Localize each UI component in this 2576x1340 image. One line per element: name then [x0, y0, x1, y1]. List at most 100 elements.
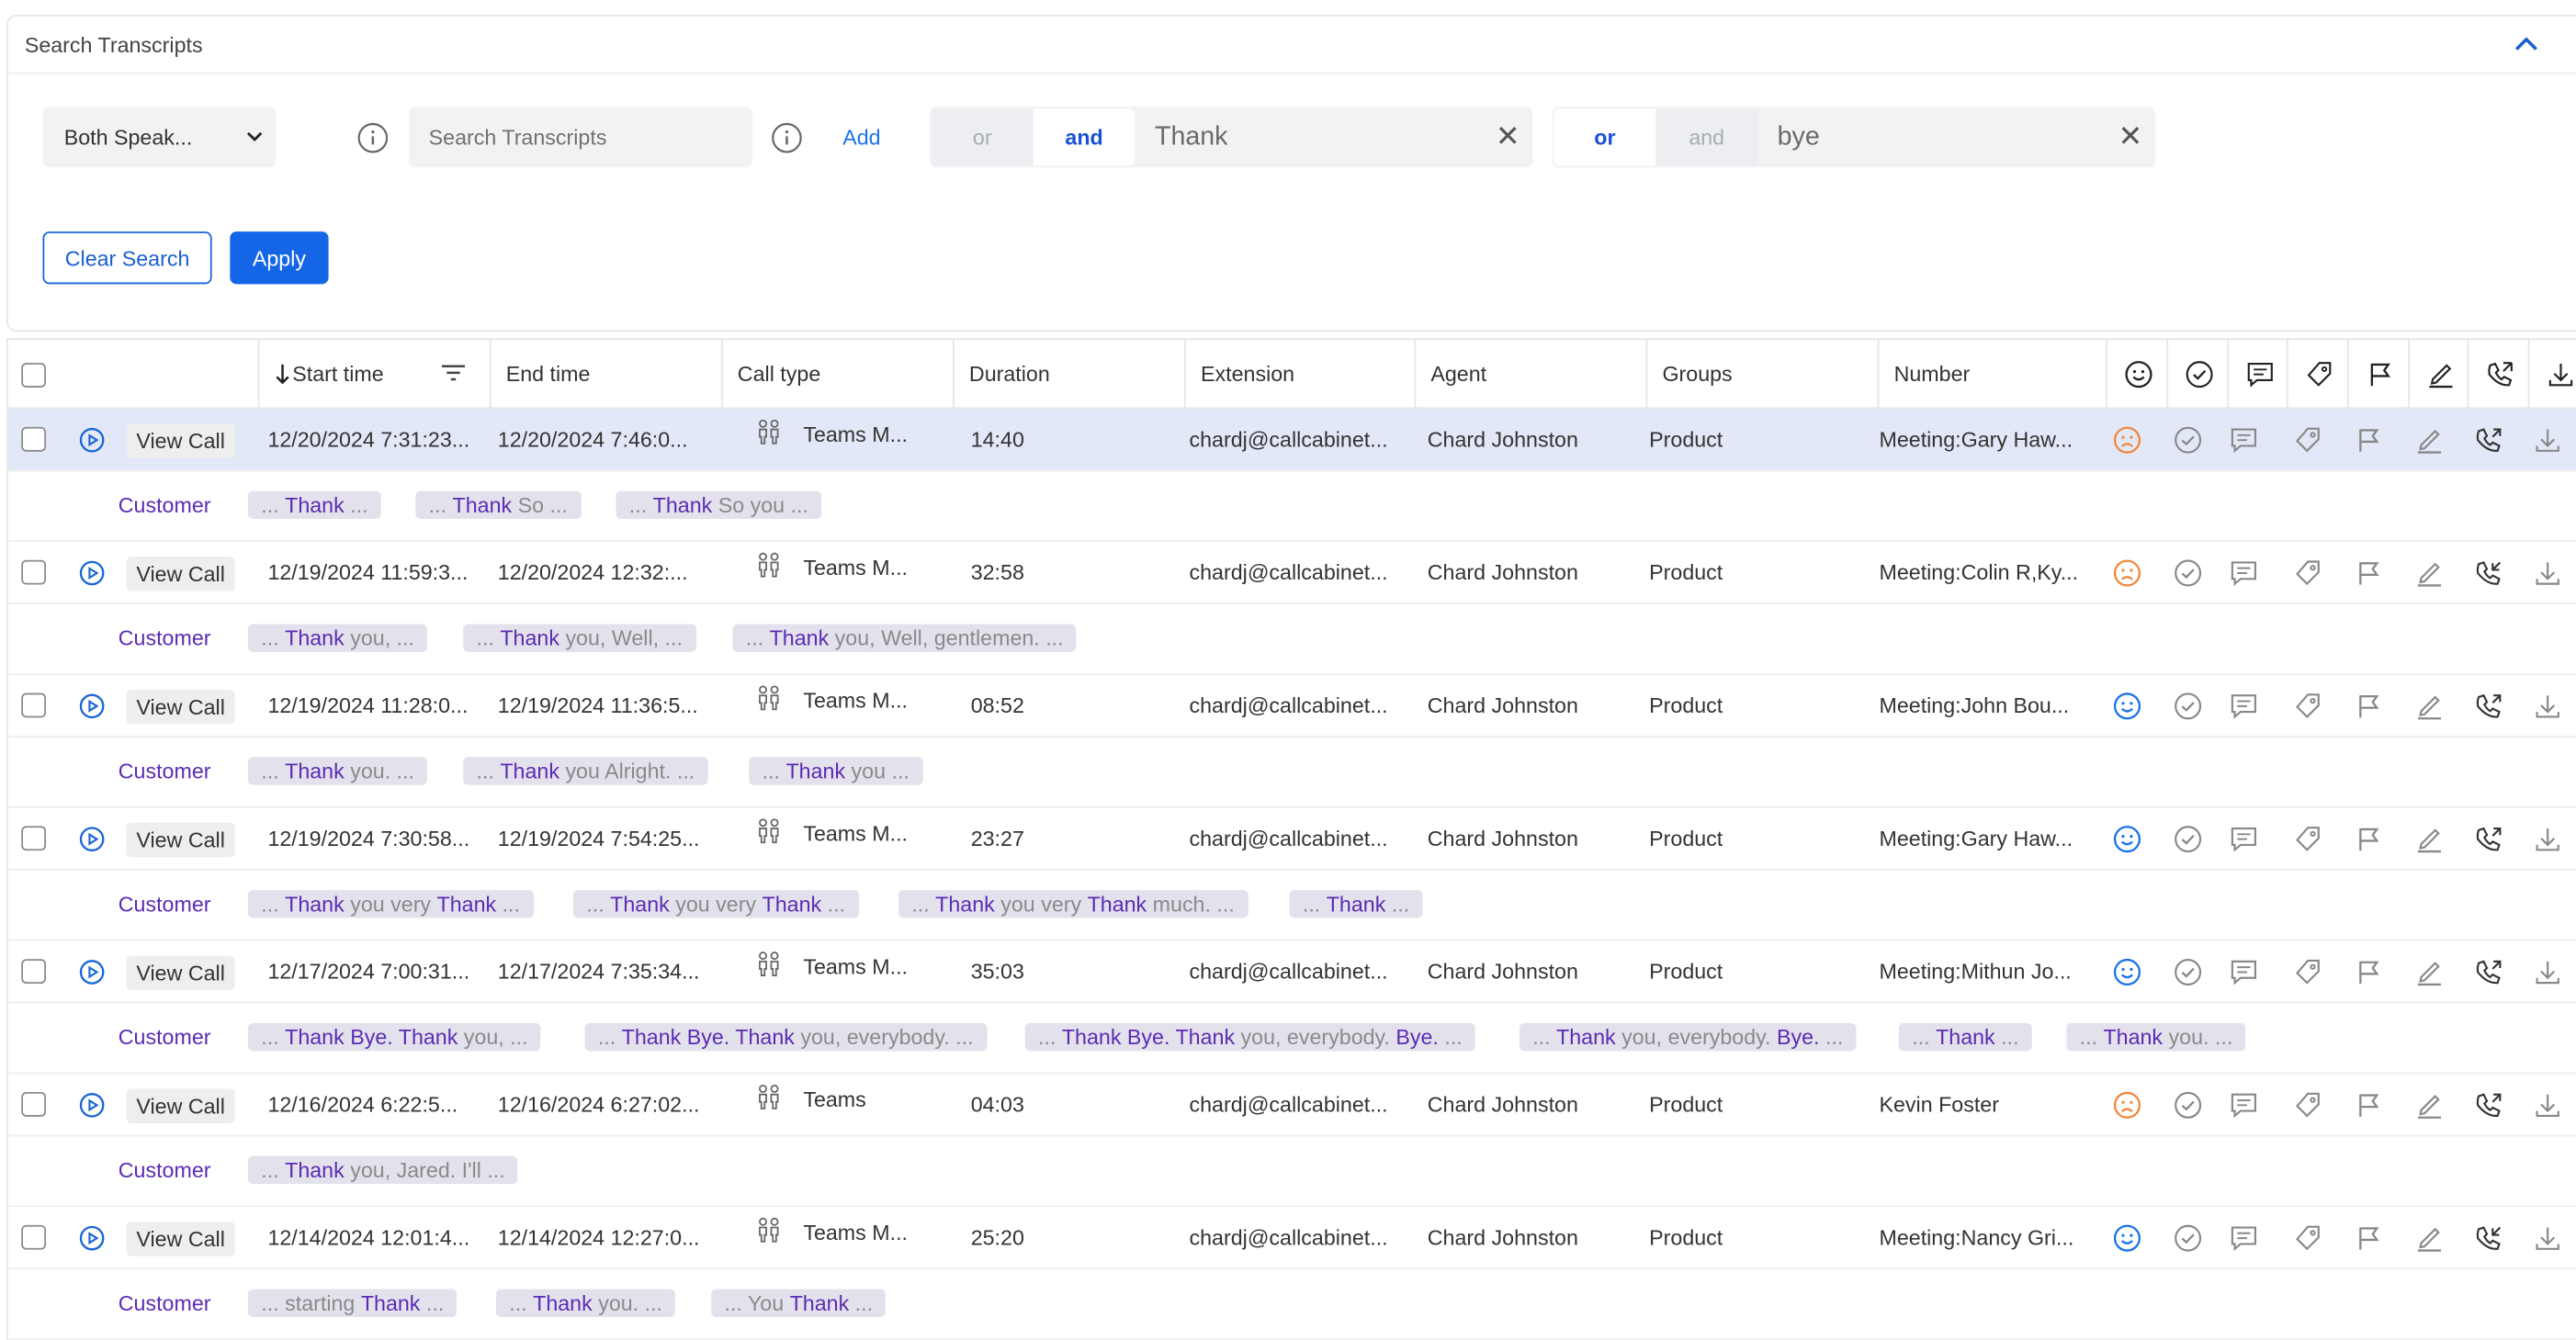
column-duration[interactable]: Duration — [953, 340, 1184, 408]
check-circle-icon[interactable] — [2174, 825, 2203, 854]
transcript-snippet-chip[interactable]: ... Thank you, ... — [247, 624, 428, 652]
smiley-icon[interactable] — [2112, 957, 2141, 986]
check-circle-icon[interactable] — [2174, 692, 2203, 721]
smiley-icon[interactable] — [2112, 692, 2141, 721]
view-call-button[interactable]: View Call — [126, 1088, 235, 1123]
play-icon[interactable] — [79, 427, 106, 454]
row-checkbox[interactable] — [21, 826, 47, 851]
apply-button[interactable]: Apply — [230, 231, 329, 285]
column-phone-icon[interactable] — [2467, 340, 2530, 408]
sad-icon[interactable] — [2112, 1090, 2141, 1120]
tag-icon[interactable] — [2293, 825, 2322, 854]
transcript-snippet-chip[interactable]: ... Thank you very Thank ... — [573, 890, 859, 918]
view-call-button[interactable]: View Call — [126, 423, 235, 458]
column-smiley-icon[interactable] — [2106, 340, 2168, 408]
transcript-snippet-chip[interactable]: ... Thank you, Well, ... — [463, 624, 696, 652]
remove-term-icon[interactable]: ✕ — [2106, 120, 2155, 155]
filter-icon[interactable] — [440, 363, 467, 382]
transcript-snippet-chip[interactable]: ... Thank So you ... — [616, 490, 822, 520]
comment-icon[interactable] — [2229, 1090, 2258, 1120]
comment-icon[interactable] — [2229, 692, 2258, 721]
flag-icon[interactable] — [2354, 425, 2383, 455]
search-transcripts-input[interactable] — [409, 107, 752, 168]
play-icon[interactable] — [79, 1092, 106, 1119]
transcript-snippet-chip[interactable]: ... You Thank ... — [711, 1289, 887, 1317]
view-call-button[interactable]: View Call — [126, 822, 235, 858]
sign-icon[interactable] — [2414, 957, 2444, 986]
tag-icon[interactable] — [2293, 1223, 2322, 1253]
row-checkbox[interactable] — [21, 693, 47, 718]
sign-icon[interactable] — [2414, 825, 2444, 854]
phone-outgoing-icon[interactable] — [2474, 1090, 2503, 1120]
download-icon[interactable] — [2533, 558, 2562, 588]
download-icon[interactable] — [2533, 692, 2562, 721]
row-checkbox[interactable] — [21, 1224, 47, 1250]
check-circle-icon[interactable] — [2174, 1090, 2203, 1120]
table-row[interactable]: View Call 12/20/2024 7:31:23... 12/20/2024… — [7, 409, 2576, 472]
and-toggle-button[interactable]: and — [1033, 108, 1135, 166]
flag-icon[interactable] — [2354, 1090, 2383, 1120]
column-start-time[interactable]: Start time — [257, 340, 490, 408]
check-circle-icon[interactable] — [2174, 425, 2203, 455]
remove-term-icon[interactable]: ✕ — [1484, 120, 1533, 155]
check-circle-icon[interactable] — [2174, 1223, 2203, 1253]
row-checkbox[interactable] — [21, 959, 47, 985]
smiley-icon[interactable] — [2112, 1223, 2141, 1253]
transcript-snippet-chip[interactable]: ... Thank Bye. Thank you, ... — [247, 1022, 541, 1052]
transcript-snippet-chip[interactable]: ... Thank you ... — [749, 757, 923, 785]
transcript-snippet-chip[interactable]: ... Thank ... — [1289, 890, 1423, 918]
transcript-snippet-chip[interactable]: ... Thank you very Thank much. ... — [898, 890, 1248, 918]
column-call-type[interactable]: Call type — [720, 340, 953, 408]
column-flag-icon[interactable] — [2347, 340, 2410, 408]
column-download-icon[interactable] — [2527, 340, 2576, 408]
transcript-snippet-chip[interactable]: ... Thank ... — [1898, 1022, 2032, 1052]
column-number[interactable]: Number — [1877, 340, 2109, 408]
download-icon[interactable] — [2533, 825, 2562, 854]
transcript-snippet-chip[interactable]: ... Thank you, Well, gentlemen. ... — [732, 624, 1077, 652]
sign-icon[interactable] — [2414, 1223, 2444, 1253]
comment-icon[interactable] — [2229, 558, 2258, 588]
sad-icon[interactable] — [2112, 425, 2141, 455]
add-term-link[interactable]: Add — [842, 125, 880, 150]
download-icon[interactable] — [2533, 425, 2562, 455]
transcript-snippet-chip[interactable]: ... Thank you. ... — [2066, 1022, 2246, 1052]
row-checkbox[interactable] — [21, 1092, 47, 1117]
or-toggle-button[interactable]: or — [931, 108, 1034, 166]
sign-icon[interactable] — [2414, 692, 2444, 721]
phone-incoming-icon[interactable] — [2474, 1223, 2503, 1253]
phone-outgoing-icon[interactable] — [2474, 957, 2503, 986]
flag-icon[interactable] — [2354, 1223, 2383, 1253]
phone-outgoing-icon[interactable] — [2474, 692, 2503, 721]
column-extension[interactable]: Extension — [1184, 340, 1416, 408]
transcript-snippet-chip[interactable]: ... Thank So ... — [415, 490, 582, 520]
info-icon[interactable] — [771, 121, 804, 154]
comment-icon[interactable] — [2229, 425, 2258, 455]
column-tag-icon[interactable] — [2286, 340, 2349, 408]
table-row[interactable]: View Call 12/17/2024 7:00:31... 12/17/2024… — [7, 941, 2576, 1004]
transcript-snippet-chip[interactable]: ... Thank you. ... — [495, 1289, 676, 1317]
transcript-snippet-chip[interactable]: ... starting Thank ... — [247, 1289, 458, 1317]
transcript-snippet-chip[interactable]: ... Thank you Alright. ... — [463, 757, 708, 785]
column-groups[interactable]: Groups — [1645, 340, 1878, 408]
column-comment-icon[interactable] — [2227, 340, 2290, 408]
check-circle-icon[interactable] — [2174, 957, 2203, 986]
view-call-button[interactable]: View Call — [126, 557, 235, 591]
search-panel-header[interactable]: Search Transcripts — [7, 17, 2576, 74]
flag-icon[interactable] — [2354, 558, 2383, 588]
play-icon[interactable] — [79, 693, 106, 720]
view-call-button[interactable]: View Call — [126, 955, 235, 991]
comment-icon[interactable] — [2229, 957, 2258, 986]
flag-icon[interactable] — [2354, 957, 2383, 986]
tag-icon[interactable] — [2293, 558, 2322, 588]
column-sign-icon[interactable] — [2408, 340, 2470, 408]
and-toggle-button[interactable]: and — [1655, 108, 1758, 166]
chevron-up-icon[interactable] — [2512, 29, 2541, 59]
speaker-select[interactable]: Both Speak... — [42, 107, 277, 168]
tag-icon[interactable] — [2293, 957, 2322, 986]
sad-icon[interactable] — [2112, 558, 2141, 588]
tag-icon[interactable] — [2293, 425, 2322, 455]
play-icon[interactable] — [79, 826, 106, 852]
smiley-icon[interactable] — [2112, 825, 2141, 854]
flag-icon[interactable] — [2354, 825, 2383, 854]
clear-search-button[interactable]: Clear Search — [42, 231, 212, 285]
